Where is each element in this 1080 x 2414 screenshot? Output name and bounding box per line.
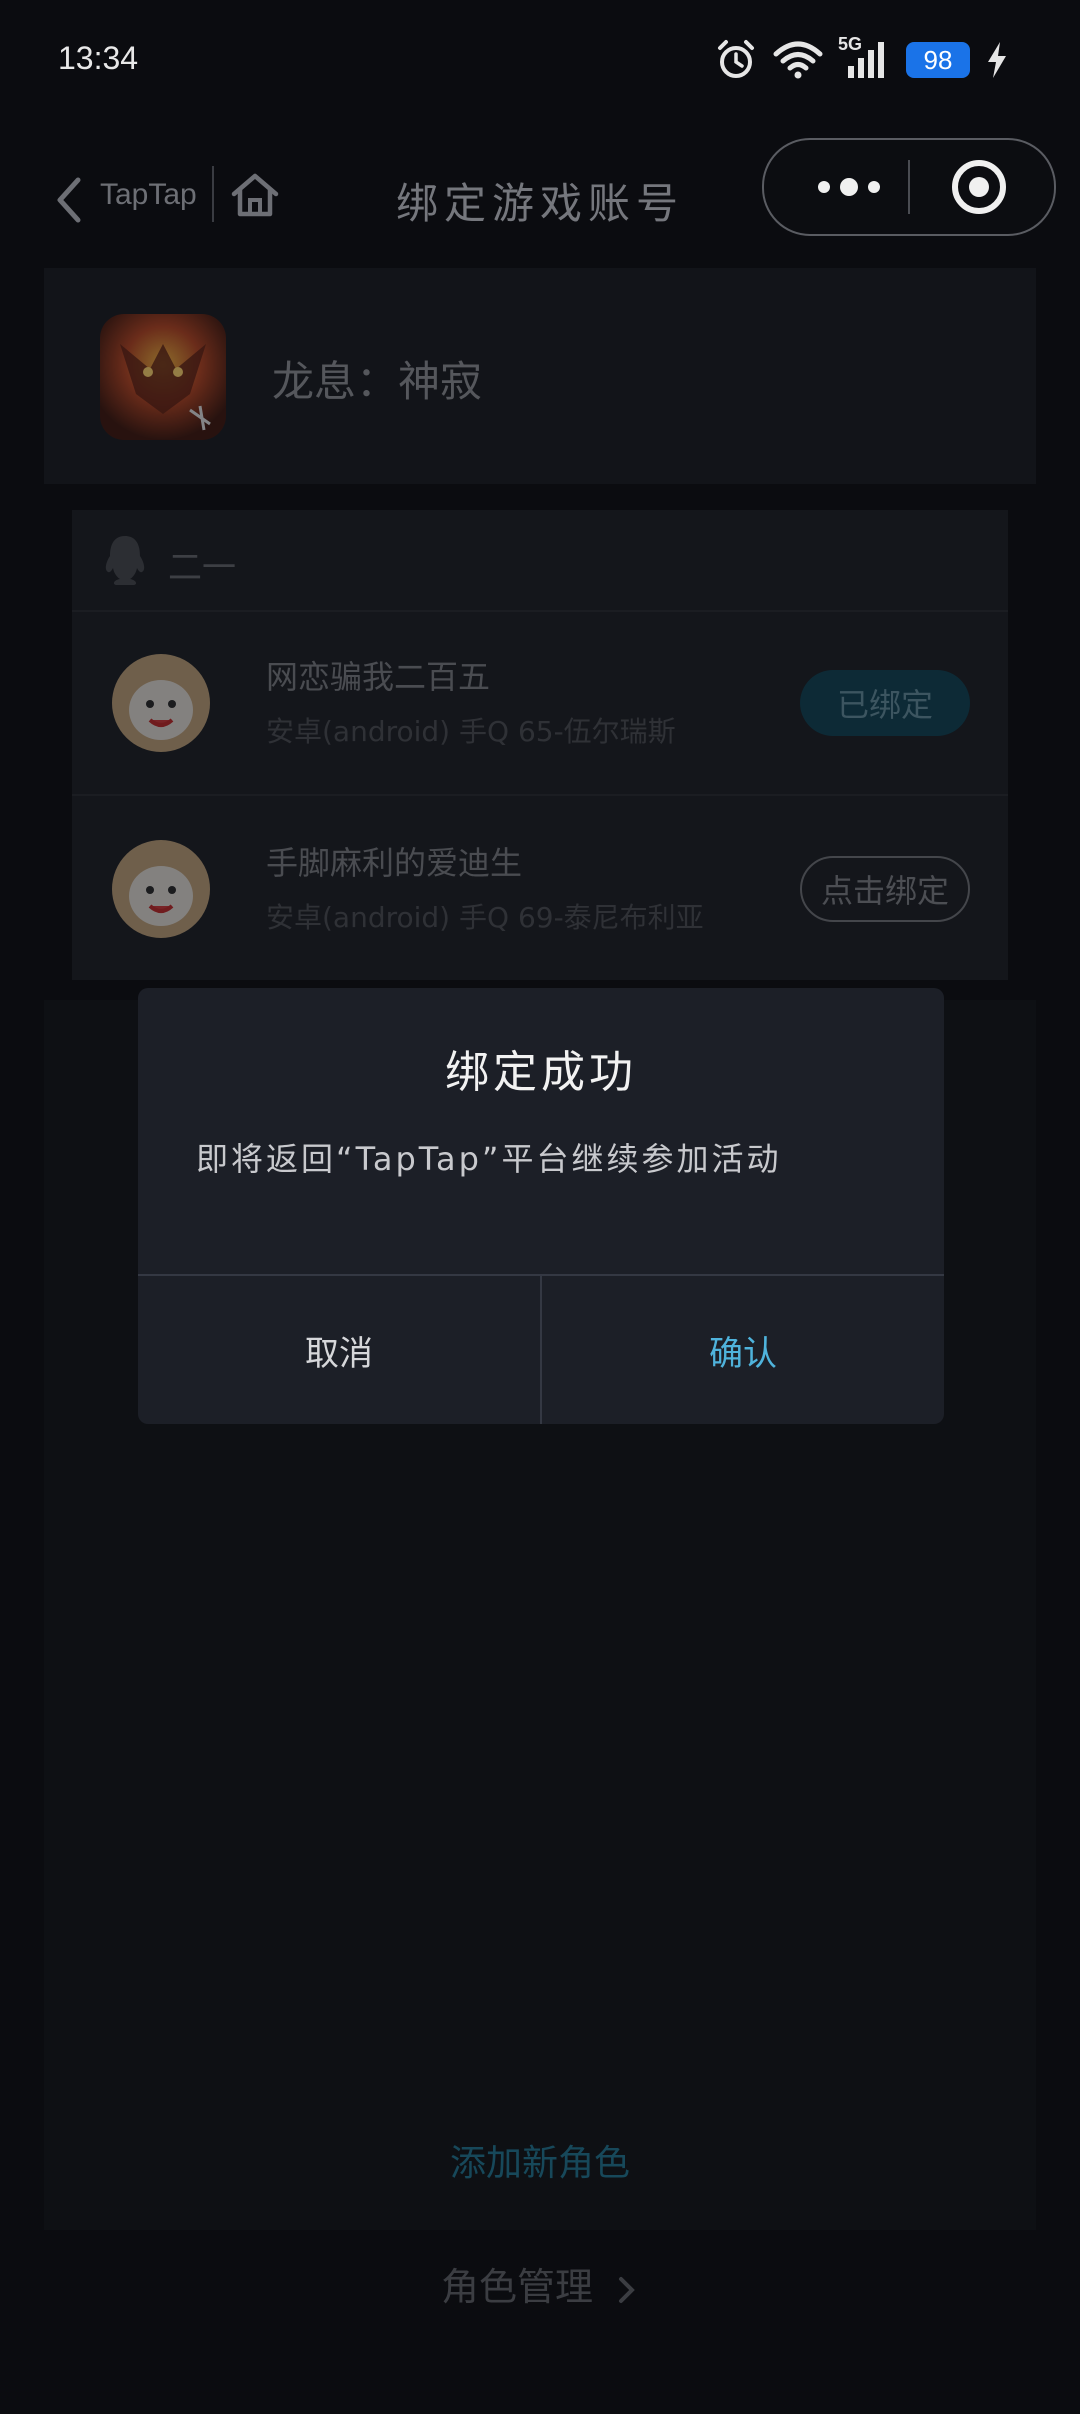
role-name: 手脚麻利的爱迪生 xyxy=(266,844,523,882)
nav-bar: TapTap 绑定游戏账号 xyxy=(0,130,1080,260)
role-avatar xyxy=(112,840,210,938)
game-icon xyxy=(100,314,226,440)
role-detail: 安卓(android) 手Q 69-泰尼布利亚 xyxy=(266,901,704,934)
success-dialog: 绑定成功 即将返回“TapTap”平台继续参加活动 取消 确认 xyxy=(138,988,944,1424)
status-time: 13:34 xyxy=(58,40,139,76)
dialog-title: 绑定成功 xyxy=(445,1047,637,1098)
close-target-icon[interactable] xyxy=(950,158,1008,216)
battery-icon: 98 xyxy=(906,42,970,78)
role-row: 手脚麻利的爱迪生 安卓(android) 手Q 69-泰尼布利亚 点击绑定 xyxy=(72,796,1008,980)
game-name: 龙息：神寂 xyxy=(272,357,483,406)
game-header-card: 龙息：神寂 xyxy=(44,268,1036,484)
bind-button[interactable]: 点击绑定 xyxy=(800,856,970,922)
capsule-divider xyxy=(908,160,910,214)
role-name: 网恋骗我二百五 xyxy=(266,658,491,696)
account-group-card: 二一 网恋骗我二百五 安卓(android) 手Q 65-伍尔瑞斯 已绑定 手脚… xyxy=(72,510,1008,980)
status-icons: 5G 98 xyxy=(714,34,1010,82)
battery-level: 98 xyxy=(923,44,953,75)
add-role-button[interactable]: 添加新角色 xyxy=(0,2134,1080,2186)
role-detail: 安卓(android) 手Q 65-伍尔瑞斯 xyxy=(266,715,676,748)
bound-button[interactable]: 已绑定 xyxy=(800,670,970,736)
alarm-icon xyxy=(718,40,754,78)
role-avatar xyxy=(112,654,210,752)
chevron-right-icon xyxy=(619,2276,635,2303)
confirm-button[interactable]: 确认 xyxy=(542,1276,944,1424)
status-bar: 13:34 5G 98 xyxy=(0,0,1080,120)
cancel-button[interactable]: 取消 xyxy=(138,1276,540,1424)
qq-icon xyxy=(105,536,145,585)
dialog-message: 即将返回“TapTap”平台继续参加活动 xyxy=(196,1140,782,1178)
role-manage-label: 角色管理 xyxy=(440,2265,593,2309)
account-header: 二一 xyxy=(72,510,1008,612)
more-icon[interactable] xyxy=(804,140,894,234)
wifi-icon xyxy=(773,41,823,79)
signal-icon: 5G xyxy=(838,34,892,80)
charging-icon xyxy=(988,42,1006,78)
account-label: 二一 xyxy=(168,548,236,588)
role-manage-link[interactable]: 角色管理 xyxy=(0,2256,1080,2311)
screen: 13:34 5G 98 TapTap 绑定游戏账号 龙息：神寂 二一 网恋骗我二… xyxy=(0,0,1080,2414)
role-row: 网恋骗我二百五 安卓(android) 手Q 65-伍尔瑞斯 已绑定 xyxy=(72,610,1008,796)
miniprogram-capsule xyxy=(762,138,1056,236)
